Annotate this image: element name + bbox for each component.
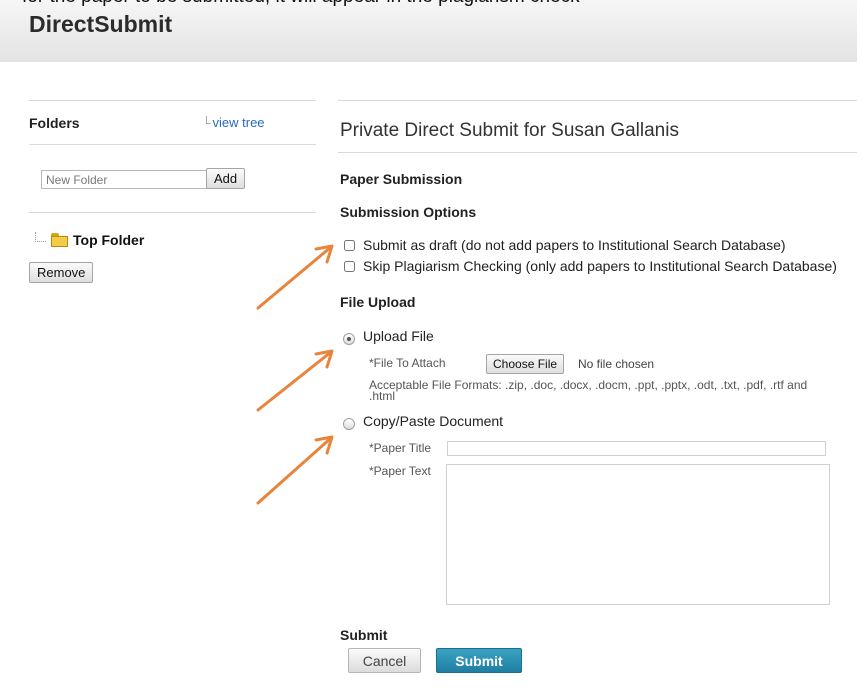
paper-title-label: *Paper Title: [369, 441, 432, 455]
view-tree-label[interactable]: view tree: [213, 115, 265, 130]
folder-icon: [51, 233, 69, 247]
file-upload-heading: File Upload: [340, 294, 416, 310]
divider: [29, 100, 316, 101]
tree-connector-icon: └: [202, 116, 211, 130]
paper-text-label: *Paper Text: [369, 464, 431, 478]
remove-folder-button[interactable]: Remove: [29, 262, 94, 283]
app-header: for the paper to be submitted, it will a…: [0, 0, 857, 62]
submit-button[interactable]: Submit: [436, 648, 522, 673]
view-tree-link[interactable]: └ view tree: [202, 115, 265, 130]
tree-connector-icon: [35, 232, 46, 242]
file-status-text: No file chosen: [578, 357, 655, 371]
paper-submission-heading: Paper Submission: [340, 171, 463, 187]
submission-options-heading: Submission Options: [340, 204, 477, 220]
divider: [338, 100, 857, 101]
arrow-annotation-icon: [256, 435, 334, 505]
divider: [29, 212, 316, 213]
paper-title-input[interactable]: [447, 441, 826, 456]
cut-off-caption: for the paper to be submitted, it will a…: [22, 0, 580, 8]
divider: [29, 144, 316, 145]
cancel-button[interactable]: Cancel: [348, 648, 421, 673]
upload-file-radio[interactable]: [343, 333, 355, 345]
arrow-annotation-icon: [256, 244, 334, 310]
file-to-attach-label: *File To Attach: [369, 356, 446, 370]
tree-item-label[interactable]: Top Folder: [73, 232, 144, 248]
folders-heading: Folders: [29, 115, 80, 131]
skip-plagiarism-checkbox[interactable]: [344, 261, 355, 272]
submit-heading: Submit: [340, 627, 388, 643]
add-folder-button[interactable]: Add: [206, 168, 246, 189]
copy-paste-label[interactable]: Copy/Paste Document: [363, 413, 503, 429]
arrow-annotation-icon: [256, 349, 334, 412]
acceptable-formats-text: Acceptable File Formats: .zip, .doc, .do…: [369, 378, 808, 403]
paper-text-area[interactable]: [446, 464, 830, 605]
copy-paste-radio[interactable]: [343, 418, 355, 430]
submit-as-draft-label[interactable]: Submit as draft (do not add papers to In…: [363, 237, 786, 253]
page-title: Private Direct Submit for Susan Gallanis: [340, 120, 679, 141]
skip-plagiarism-label[interactable]: Skip Plagiarism Checking (only add paper…: [363, 258, 837, 274]
app-title: DirectSubmit: [29, 11, 173, 37]
new-folder-input[interactable]: [41, 170, 211, 189]
upload-file-label[interactable]: Upload File: [363, 328, 434, 344]
choose-file-button[interactable]: Choose File: [486, 354, 565, 374]
divider: [338, 152, 857, 153]
submit-as-draft-checkbox[interactable]: [344, 240, 355, 251]
